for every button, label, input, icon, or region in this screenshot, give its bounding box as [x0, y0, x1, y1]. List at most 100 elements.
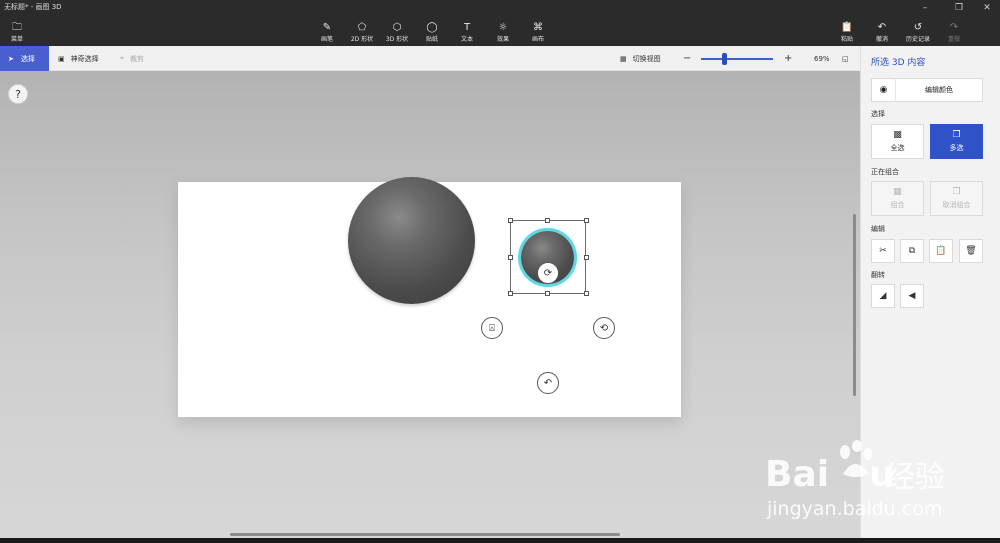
cut-button[interactable]: ✂	[871, 239, 895, 263]
tool-3d-shapes[interactable]: ⬡ 3D 形状	[377, 22, 417, 43]
zoom-level: 69%	[814, 54, 830, 63]
redo-label: 重做	[947, 36, 960, 43]
edit-color-label: 编辑颜色	[925, 86, 953, 94]
brush-icon: ✎	[322, 22, 332, 33]
resize-handle-right[interactable]	[584, 255, 589, 260]
history-label: 历史记录	[905, 36, 930, 43]
resize-handle-bottom[interactable]	[545, 291, 550, 296]
rotate-side-icon: ⟲	[599, 322, 609, 334]
tool-stickers[interactable]: ◯ 贴纸	[412, 22, 452, 43]
grouping-section-label: 正在组合	[871, 168, 899, 176]
trash-icon: 🗑	[965, 246, 977, 256]
text-icon: T	[463, 22, 471, 33]
rotate-z-control[interactable]: ⟳	[537, 262, 559, 284]
tool-effects-label: 效果	[496, 36, 509, 43]
crop-label: 裁剪	[129, 54, 144, 63]
resize-handle-bottom-right[interactable]	[584, 291, 589, 296]
history-button[interactable]: ↺ 历史记录	[898, 22, 938, 43]
group-button[interactable]: ▦ 组合	[871, 181, 924, 216]
tool-canvas[interactable]: ⌘ 画布	[518, 22, 558, 43]
tool-2d-shapes-label: 2D 形状	[350, 36, 374, 43]
edit-section-label: 编辑	[871, 225, 885, 233]
copy-icon: ⧉	[908, 246, 916, 256]
flip-vertical-icon: ◀	[908, 291, 916, 301]
toggle-view-label: 切换视图	[632, 54, 661, 63]
panel-title: 所选 3D 内容	[871, 58, 926, 68]
window-title: 无标题* - 画图 3D	[4, 3, 62, 11]
cube-icon: ⬡	[392, 22, 402, 33]
minimize-button[interactable]: –	[910, 0, 940, 16]
resize-handle-left[interactable]	[508, 255, 513, 260]
menu-label: 菜单	[10, 36, 23, 43]
copy-button[interactable]: ⧉	[900, 239, 924, 263]
edit-color-button[interactable]: ◉ 编辑颜色	[871, 78, 983, 102]
depth-control[interactable]: ⍓	[481, 317, 503, 339]
magic-select-button[interactable]: ▣ 神奇选择	[58, 46, 99, 71]
grid-icon: ▦	[620, 54, 627, 63]
magic-select-icon: ▣	[58, 54, 65, 63]
magic-select-label: 神奇选择	[70, 54, 99, 63]
tool-text[interactable]: T 文本	[447, 22, 487, 43]
tool-3d-shapes-label: 3D 形状	[385, 36, 409, 43]
scissors-icon: ✂	[879, 246, 887, 256]
flip-horizontal-button[interactable]: ◢	[871, 284, 895, 308]
undo-button[interactable]: ↶ 撤消	[862, 22, 902, 43]
paste-panel-button[interactable]: 📋	[929, 239, 953, 263]
close-button[interactable]: ✕	[972, 0, 1000, 16]
history-icon: ↺	[913, 22, 923, 33]
rotate-y-control[interactable]: ⟲	[593, 317, 615, 339]
zoom-in-button[interactable]: +	[784, 46, 792, 71]
minimize-icon: –	[922, 3, 928, 13]
resize-handle-top[interactable]	[545, 218, 550, 223]
zoom-slider-track[interactable]	[701, 58, 773, 60]
crop-button[interactable]: ⌖ 裁剪	[120, 46, 144, 71]
sphere-large[interactable]	[348, 177, 475, 304]
select-all-button[interactable]: ▩ 全选	[871, 124, 924, 159]
minus-icon: −	[683, 53, 692, 64]
group-icon: ▦	[893, 187, 902, 197]
tool-text-label: 文本	[460, 36, 473, 43]
baidu-jingyan-watermark: Bai u 经验 jingyan.baidu.com	[765, 440, 965, 530]
tool-2d-shapes[interactable]: ⬠ 2D 形状	[342, 22, 382, 43]
sticker-icon: ◯	[426, 22, 438, 33]
delete-button[interactable]: 🗑	[959, 239, 983, 263]
tool-effects[interactable]: ☼ 效果	[483, 22, 523, 43]
select-all-label: 全选	[890, 144, 905, 152]
vertical-scrollbar[interactable]	[853, 214, 856, 396]
zoom-out-button[interactable]: −	[683, 46, 691, 71]
flip-vertical-button[interactable]: ◀	[900, 284, 924, 308]
zoom-slider-thumb[interactable]	[722, 53, 727, 65]
paste-button[interactable]: 📋 粘贴	[827, 22, 867, 43]
horizontal-scrollbar[interactable]	[230, 533, 620, 536]
rotate-x-control[interactable]: ↶	[537, 372, 559, 394]
redo-icon: ↷	[949, 22, 959, 33]
multi-select-icon: ❐	[952, 130, 961, 140]
rotate-icon: ⟳	[543, 267, 553, 279]
select-label: 选择	[20, 54, 35, 63]
resize-handle-top-right[interactable]	[584, 218, 589, 223]
workspace[interactable]: ?	[0, 71, 860, 543]
watermark-jingyan: 经验	[885, 460, 945, 495]
toggle-view-button[interactable]: ▦ 切换视图	[620, 46, 661, 71]
tool-brushes-label: 画笔	[320, 36, 333, 43]
multi-select-button[interactable]: ❐ 多选	[930, 124, 983, 159]
select-section-label: 选择	[871, 110, 885, 118]
zoom-menu-button[interactable]: ◱	[842, 46, 849, 71]
resize-handle-top-left[interactable]	[508, 218, 513, 223]
resize-handle-bottom-left[interactable]	[508, 291, 513, 296]
redo-button[interactable]: ↷ 重做	[934, 22, 974, 43]
tool-brushes[interactable]: ✎ 画笔	[307, 22, 347, 43]
maximize-button[interactable]: ❐	[944, 0, 974, 16]
paste-label: 粘贴	[840, 36, 853, 43]
help-button[interactable]: ?	[8, 84, 28, 104]
folder-icon: 🗀	[12, 22, 22, 33]
ungroup-icon: ❐	[952, 187, 961, 197]
select-button[interactable]: ➤ 选择	[0, 46, 49, 71]
select-all-icon: ▩	[893, 130, 902, 140]
undo-icon: ↶	[877, 22, 887, 33]
ungroup-button[interactable]: ❐ 取消组合	[930, 181, 983, 216]
taskbar-strip	[0, 538, 1000, 543]
menu-button[interactable]: 🗀 菜单	[0, 22, 37, 43]
cursor-icon: ➤	[8, 54, 14, 63]
flip-section-label: 翻转	[871, 271, 885, 279]
